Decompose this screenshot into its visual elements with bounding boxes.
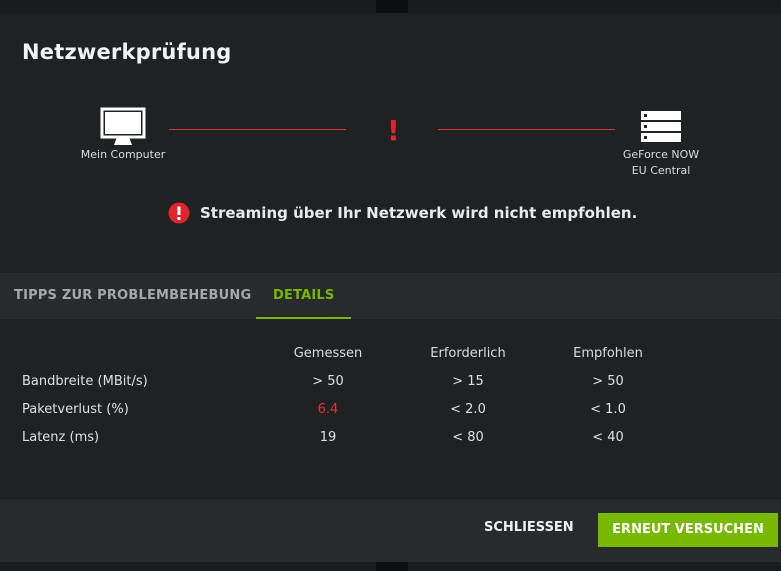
- server-icon: [641, 111, 681, 142]
- column-header-required: Erforderlich: [430, 346, 506, 361]
- server-name: GeForce NOW: [622, 148, 700, 161]
- tab-bar: TIPPS ZUR PROBLEMBEHEBUNG DETAILS: [0, 273, 781, 319]
- tab-details[interactable]: DETAILS: [255, 273, 353, 319]
- latency-measured: 19: [319, 430, 337, 445]
- dialog-title: Netzwerkprüfung: [22, 40, 232, 64]
- dialog-footer: SCHLIESSEN ERNEUT VERSUCHEN: [0, 499, 781, 562]
- bandwidth-recommended: > 50: [592, 374, 624, 389]
- connection-line-right: [438, 129, 615, 130]
- row-label-bandwidth: Bandbreite (MBit/s): [22, 374, 148, 389]
- local-computer-label: Mein Computer: [70, 147, 176, 163]
- network-test-dialog: Netzwerkprüfung Mein Computer ! GeForce …: [0, 13, 781, 562]
- latency-recommended: < 40: [592, 430, 624, 445]
- background-app-strip-top: [0, 0, 781, 13]
- error-circle-icon: [168, 202, 190, 224]
- server-label: GeForce NOW EU Central: [605, 147, 717, 179]
- exclamation-icon: !: [387, 114, 400, 147]
- server-region: EU Central: [631, 164, 691, 177]
- warning-message: Streaming über Ihr Netzwerk wird nicht e…: [168, 202, 637, 224]
- packet-loss-required: < 2.0: [450, 402, 486, 417]
- background-divider: [376, 0, 408, 13]
- connection-line-left: [169, 129, 346, 130]
- row-label-latency: Latenz (ms): [22, 430, 100, 445]
- retry-button[interactable]: ERNEUT VERSUCHEN: [598, 513, 778, 547]
- row-label-packet-loss: Paketverlust (%): [22, 402, 129, 417]
- tab-troubleshooting-tips[interactable]: TIPPS ZUR PROBLEMBEHEBUNG: [14, 273, 251, 319]
- column-header-measured: Gemessen: [293, 346, 363, 361]
- local-computer-label-text: Mein Computer: [80, 148, 166, 161]
- close-button[interactable]: SCHLIESSEN: [474, 511, 584, 545]
- connection-diagram: Mein Computer ! GeForce NOW EU Central: [0, 103, 781, 183]
- background-app-strip-bottom: [0, 562, 781, 571]
- packet-loss-measured: 6.4: [317, 402, 339, 417]
- warning-text: Streaming über Ihr Netzwerk wird nicht e…: [200, 204, 638, 222]
- packet-loss-recommended: < 1.0: [590, 402, 626, 417]
- monitor-icon: [100, 107, 146, 145]
- bandwidth-required: > 15: [452, 374, 484, 389]
- column-header-recommended: Empfohlen: [573, 346, 643, 361]
- background-divider: [376, 562, 408, 571]
- latency-required: < 80: [452, 430, 484, 445]
- bandwidth-measured: > 50: [312, 374, 344, 389]
